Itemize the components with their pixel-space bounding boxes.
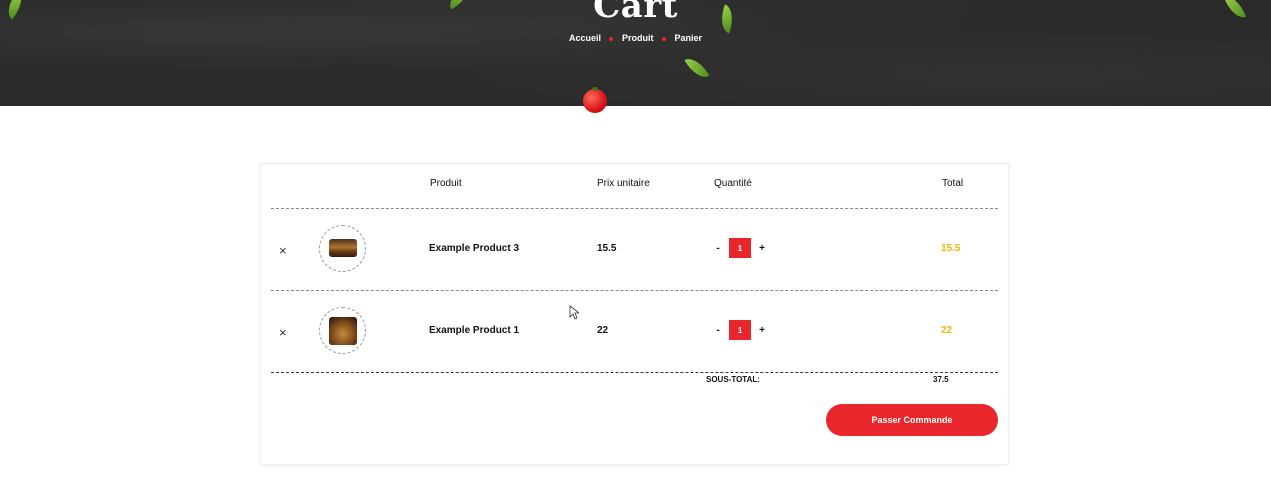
header-total: Total — [942, 178, 964, 189]
decrease-quantity-button[interactable]: - — [713, 243, 723, 254]
breadcrumb-product[interactable]: Produit — [622, 33, 654, 43]
remove-item-button[interactable]: × — [279, 325, 287, 340]
increase-quantity-button[interactable]: + — [757, 243, 767, 254]
product-image — [329, 239, 357, 257]
mouse-cursor-icon — [569, 305, 579, 320]
unit-price: 22 — [597, 325, 609, 336]
header-product: Produit — [430, 178, 462, 189]
place-order-button[interactable]: Passer Commande — [826, 404, 998, 436]
product-thumbnail — [319, 307, 366, 354]
breadcrumb-separator — [609, 36, 614, 41]
header-quantity: Quantité — [714, 178, 752, 189]
remove-item-button[interactable]: × — [279, 243, 287, 258]
quantity-stepper: - 1 + — [713, 320, 767, 340]
cart-table: Produit Prix unitaire Quantité Total × E… — [260, 163, 1009, 465]
breadcrumb-cart: Panier — [674, 33, 703, 43]
breadcrumb-home[interactable]: Accueil — [569, 33, 601, 43]
basil-leaf-decoration — [684, 53, 710, 83]
breadcrumb: Accueil Produit Panier — [0, 33, 1271, 43]
product-name: Example Product 1 — [429, 325, 520, 336]
product-thumbnail — [319, 225, 366, 272]
decrease-quantity-button[interactable]: - — [713, 325, 723, 336]
product-image — [329, 317, 357, 345]
quantity-value[interactable]: 1 — [729, 238, 751, 258]
row-total: 22 — [941, 325, 953, 336]
header-unit-price: Prix unitaire — [597, 178, 650, 189]
subtotal-value: 37.5 — [933, 375, 949, 384]
divider — [271, 372, 998, 373]
row-total: 15.5 — [941, 243, 961, 254]
quantity-stepper: - 1 + — [713, 238, 767, 258]
table-row: × Example Product 1 22 - 1 + 22 — [261, 291, 1010, 371]
breadcrumb-separator — [662, 36, 667, 41]
increase-quantity-button[interactable]: + — [757, 325, 767, 336]
tomato-decoration — [583, 87, 607, 113]
page-title: Cart — [593, 0, 678, 26]
product-name: Example Product 3 — [429, 243, 520, 254]
subtotal-label: SOUS-TOTAL: — [706, 375, 760, 384]
hero-banner: Cart Accueil Produit Panier — [0, 0, 1271, 106]
unit-price: 15.5 — [597, 243, 617, 254]
table-row: × Example Product 3 15.5 - 1 + 15.5 — [261, 209, 1010, 289]
quantity-value[interactable]: 1 — [729, 320, 751, 340]
